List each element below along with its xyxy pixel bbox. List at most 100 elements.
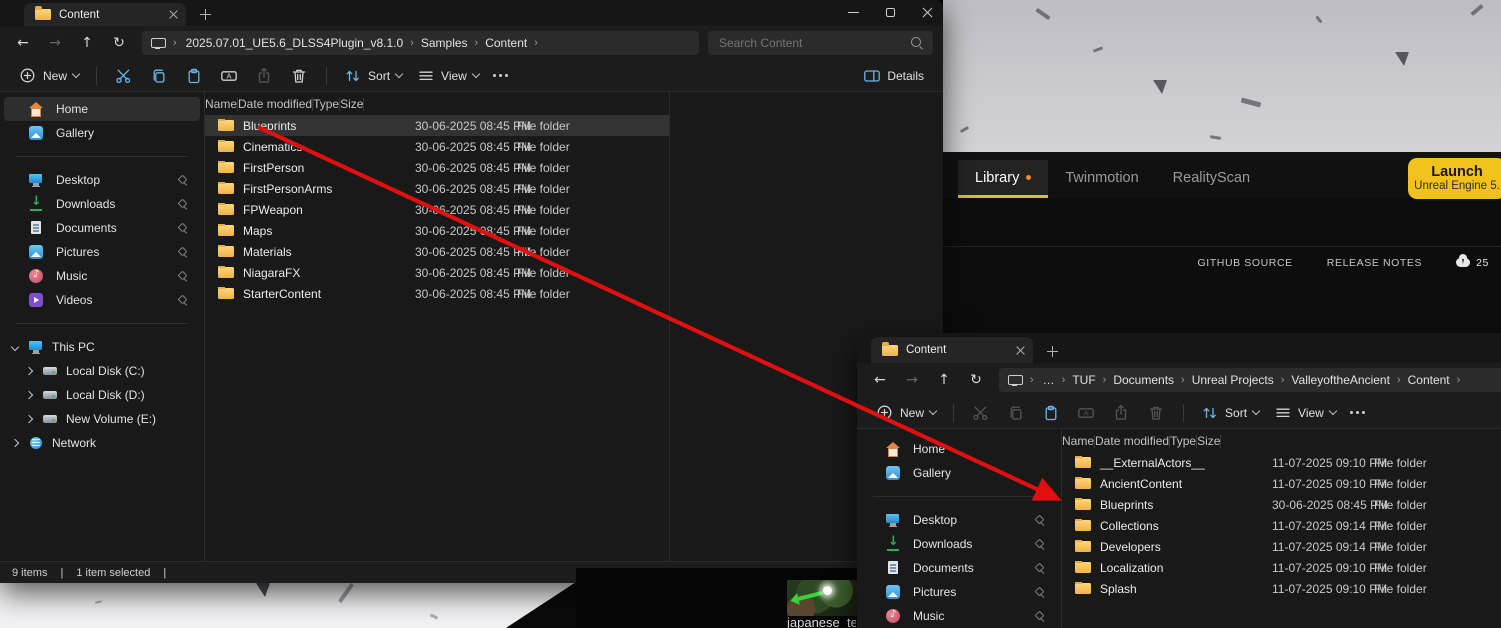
up-button[interactable]: ↑ [72, 35, 102, 51]
tab-close-icon[interactable] [1016, 346, 1025, 355]
maximize-icon[interactable] [885, 7, 896, 18]
chevron-icon[interactable] [25, 415, 33, 423]
forward-button[interactable]: → [40, 35, 70, 51]
details-button[interactable]: Details [856, 63, 931, 89]
sidebar-item[interactable]: Home [861, 437, 1057, 461]
file-row[interactable]: Blueprints 30-06-2025 08:45 PM File fold… [1062, 494, 1501, 515]
desktop-thumbnail[interactable] [787, 580, 857, 616]
file-row[interactable]: Splash 11-07-2025 09:10 PM File folder [1062, 578, 1501, 599]
paste-button[interactable] [177, 63, 211, 89]
view-button[interactable]: View [1267, 400, 1343, 426]
column-header[interactable]: Date modified [238, 98, 313, 111]
epic-tab[interactable]: RealityScan [1156, 160, 1267, 198]
rename-button[interactable]: A [1069, 400, 1103, 426]
column-header[interactable]: Type [313, 98, 340, 111]
release-notes-link[interactable]: RELEASE NOTES [1327, 257, 1422, 269]
refresh-button[interactable]: ↻ [961, 372, 991, 388]
sidebar-tree-item[interactable]: New Volume (E:) [4, 407, 200, 431]
column-header[interactable]: Date modified [1095, 435, 1170, 448]
new-button[interactable]: New [12, 63, 86, 89]
sidebar-item[interactable]: Desktop [4, 168, 200, 192]
back-button[interactable]: ← [865, 372, 895, 388]
column-header[interactable]: Type [1170, 435, 1197, 448]
file-row[interactable]: AncientContent 11-07-2025 09:10 PM File … [1062, 473, 1501, 494]
file-row[interactable]: FirstPerson 30-06-2025 08:45 PM File fol… [205, 157, 669, 178]
file-row[interactable]: Cinematics 30-06-2025 08:45 PM File fold… [205, 136, 669, 157]
forward-button[interactable]: → [897, 372, 927, 388]
file-row[interactable]: Localization 11-07-2025 09:10 PM File fo… [1062, 557, 1501, 578]
sidebar-item[interactable]: Pictures [4, 240, 200, 264]
cut-button[interactable] [964, 400, 998, 426]
file-row[interactable]: Developers 11-07-2025 09:14 PM File fold… [1062, 536, 1501, 557]
breadcrumb-item[interactable]: ValleyoftheAncient [1288, 373, 1393, 387]
file-row[interactable]: Blueprints 30-06-2025 08:45 PM File fold… [205, 115, 669, 136]
chevron-icon[interactable] [11, 439, 19, 447]
breadcrumb-item[interactable]: TUF [1069, 373, 1098, 387]
new-tab-icon[interactable] [1047, 346, 1058, 357]
address-bar[interactable]: › … › TUF › Do [999, 368, 1501, 392]
sidebar-item[interactable]: Pictures [861, 580, 1057, 604]
file-row[interactable]: StarterContent 30-06-2025 08:45 PM File … [205, 283, 669, 304]
epic-tab[interactable]: Library [958, 160, 1048, 198]
sidebar-item[interactable]: Music [4, 264, 200, 288]
github-source-link[interactable]: GITHUB SOURCE [1197, 257, 1292, 269]
sidebar-tree-item[interactable]: Network [4, 431, 200, 455]
cut-button[interactable] [107, 63, 141, 89]
sidebar-item[interactable]: Gallery [861, 461, 1057, 485]
explorer-tab[interactable]: Content [24, 3, 186, 26]
share-button[interactable] [1104, 400, 1138, 426]
view-button[interactable]: View [410, 63, 486, 89]
breadcrumb-item[interactable]: … [1040, 373, 1058, 387]
tab-close-icon[interactable] [169, 10, 178, 19]
sidebar-item[interactable]: Documents [4, 216, 200, 240]
chevron-icon[interactable] [25, 391, 33, 399]
address-bar[interactable]: › 2025.07.01_UE5.6_DLSS4Plugin_v8.1.0 › … [142, 31, 699, 55]
file-row[interactable]: NiagaraFX 30-06-2025 08:45 PM File folde… [205, 262, 669, 283]
sidebar-item[interactable]: Downloads [4, 192, 200, 216]
sort-button[interactable]: Sort [1194, 400, 1266, 426]
up-button[interactable]: ↑ [929, 372, 959, 388]
file-row[interactable]: __ExternalActors__ 11-07-2025 09:10 PM F… [1062, 452, 1501, 473]
download-counter[interactable]: 25 [1456, 257, 1489, 269]
breadcrumb-item[interactable]: Content [1405, 373, 1453, 387]
share-button[interactable] [247, 63, 281, 89]
chevron-icon[interactable] [11, 343, 19, 351]
copy-button[interactable] [999, 400, 1033, 426]
search-input[interactable] [717, 35, 911, 51]
close-icon[interactable] [922, 7, 933, 18]
breadcrumb-item[interactable]: Samples [418, 36, 471, 50]
column-header[interactable]: Name [205, 98, 238, 111]
sidebar-item[interactable]: Gallery [4, 121, 200, 145]
file-row[interactable]: Materials 30-06-2025 08:45 PM File folde… [205, 241, 669, 262]
sidebar-tree-item[interactable]: Local Disk (D:) [4, 383, 200, 407]
epic-tab[interactable]: Twinmotion [1048, 160, 1155, 198]
chevron-icon[interactable] [25, 367, 33, 375]
sidebar-tree-item[interactable]: This PC [4, 335, 200, 359]
sidebar-item[interactable]: Home [4, 97, 200, 121]
more-options-icon[interactable] [1350, 411, 1368, 415]
file-row[interactable]: Collections 11-07-2025 09:14 PM File fol… [1062, 515, 1501, 536]
delete-button[interactable] [282, 63, 316, 89]
new-tab-icon[interactable] [200, 9, 211, 20]
breadcrumb-item[interactable]: Unreal Projects [1189, 373, 1277, 387]
sidebar-item[interactable]: Documents [861, 556, 1057, 580]
sort-button[interactable]: Sort [337, 63, 409, 89]
sidebar-item[interactable]: Desktop [861, 508, 1057, 532]
breadcrumb-item[interactable]: 2025.07.01_UE5.6_DLSS4Plugin_v8.1.0 [183, 36, 407, 50]
back-button[interactable]: ← [8, 35, 38, 51]
file-row[interactable]: Maps 30-06-2025 08:45 PM File folder [205, 220, 669, 241]
breadcrumb-item[interactable]: Documents [1110, 373, 1177, 387]
column-header[interactable]: Size [340, 98, 364, 111]
column-header[interactable]: Name [1062, 435, 1095, 448]
sidebar-item[interactable]: Music [861, 604, 1057, 628]
launch-button[interactable]: Launch Unreal Engine 5. [1408, 158, 1501, 199]
sidebar-item[interactable]: Downloads [861, 532, 1057, 556]
breadcrumb-item[interactable]: Content [482, 36, 530, 50]
new-button[interactable]: New [869, 400, 943, 426]
column-header[interactable]: Size [1197, 435, 1221, 448]
paste-button[interactable] [1034, 400, 1068, 426]
refresh-button[interactable]: ↻ [104, 35, 134, 51]
file-row[interactable]: FPWeapon 30-06-2025 08:45 PM File folder [205, 199, 669, 220]
delete-button[interactable] [1139, 400, 1173, 426]
sidebar-tree-item[interactable]: Local Disk (C:) [4, 359, 200, 383]
